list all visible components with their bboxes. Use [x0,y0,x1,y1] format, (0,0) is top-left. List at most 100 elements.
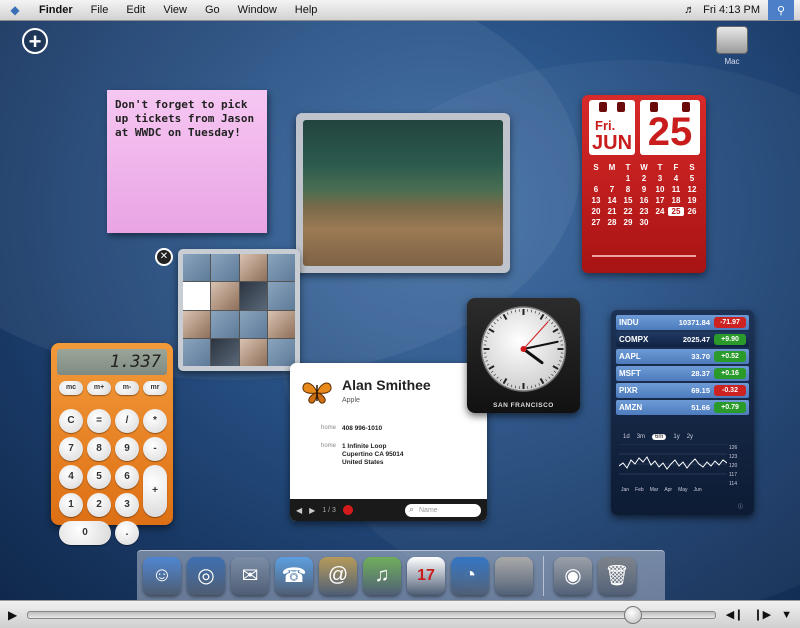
calendar-day[interactable]: 8 [620,185,636,194]
key-minus[interactable]: - [143,437,167,461]
calendar-day[interactable]: 27 [588,218,604,227]
key-equals[interactable]: = [87,409,111,433]
key-0[interactable]: 0 [59,521,111,545]
calendar-day[interactable]: 16 [636,196,652,205]
calendar-day[interactable]: 18 [668,196,684,205]
calendar-day[interactable]: 4 [668,174,684,183]
tile[interactable] [267,338,295,366]
calendar-day[interactable]: 25 [668,207,684,216]
tile[interactable] [239,310,267,338]
key-6[interactable]: 6 [115,465,139,489]
download-stack-icon[interactable]: ◉ [554,556,592,595]
finder-icon[interactable]: ☺ [143,556,181,595]
ical-icon[interactable]: 17 [407,556,445,595]
key-9[interactable]: 9 [115,437,139,461]
volume-icon[interactable]: ♬ [684,4,695,16]
range-1y[interactable]: 1y [673,434,679,440]
calendar-day[interactable]: 28 [604,218,620,227]
info-icon[interactable]: ⓘ [738,503,748,510]
tile[interactable] [211,310,239,338]
calendar-day[interactable]: 6 [588,185,604,194]
tile[interactable] [239,254,267,282]
tile[interactable] [267,310,295,338]
calendar-day[interactable]: 5 [684,174,700,183]
calendar-day[interactable]: 9 [636,185,652,194]
calendar-day[interactable]: 2 [636,174,652,183]
stock-row-aapl[interactable]: AAPL 33.70 +0.52 [616,349,749,364]
scrubber-knob[interactable] [624,605,643,624]
apple-icon[interactable]: ◆ [0,3,30,17]
calendar-day[interactable]: 7 [604,185,620,194]
calendar-day[interactable]: 24 [652,207,668,216]
apple-logo-icon[interactable] [495,556,533,595]
stickies-widget[interactable]: Don't forget to pick up tickets from Jas… [107,90,267,233]
stock-change[interactable]: +0.52 [714,351,746,362]
menu-go[interactable]: Go [196,4,229,16]
menu-finder[interactable]: Finder [30,4,82,16]
stock-change[interactable]: -0.32 [714,385,746,396]
safari-icon[interactable]: ◎ [187,556,225,595]
menu-window[interactable]: Window [229,4,286,16]
tile[interactable] [183,282,211,310]
skip-back-icon[interactable]: ◀❙ [726,608,744,621]
stock-row-pixr[interactable]: PIXR 69.15 -0.32 [616,383,749,398]
key-clear[interactable]: C [59,409,83,433]
tile-game-widget[interactable] [178,249,300,371]
tile[interactable] [211,338,239,366]
address-book-icon[interactable]: @ [319,556,357,595]
key-5[interactable]: 5 [87,465,111,489]
calendar-day[interactable]: 1 [620,174,636,183]
range-2y[interactable]: 2y [687,434,693,440]
key-plus[interactable]: + [143,465,167,517]
sticky-note-text[interactable]: Don't forget to pick up tickets from Jas… [115,98,254,139]
menu-down-icon[interactable]: ▼ [781,609,792,621]
tile-grid[interactable] [183,254,295,366]
menu-help[interactable]: Help [286,4,327,16]
plus-circle-icon[interactable]: + [22,28,48,54]
address-value[interactable]: 1 Infinite Loop Cupertino CA 95014 Unite… [342,443,404,467]
menu-file[interactable]: File [82,4,118,16]
calendar-day[interactable]: 10 [652,185,668,194]
range-6m[interactable]: 6m [652,434,667,440]
range-1d[interactable]: 1d [623,434,630,440]
calendar-day[interactable]: 23 [636,207,652,216]
dashboard-icon[interactable]: ◔ [451,556,489,595]
key-mr[interactable]: mr [143,381,167,395]
stocks-widget[interactable]: INDU 10371.84 -71.97 COMPX 2025.47 +9.90 AAPL 3… [611,310,754,515]
skip-forward-icon[interactable]: ❙▶ [753,608,771,621]
trash-icon[interactable]: 🗑 [598,556,636,595]
calendar-day[interactable]: 11 [668,185,684,194]
prev-contact-icon[interactable]: ◀ [296,506,302,515]
tile[interactable] [183,310,211,338]
photo-widget[interactable] [296,113,510,273]
hard-drive[interactable]: Mac [712,26,752,66]
calendar-day[interactable]: 26 [684,207,700,216]
stock-row-indu[interactable]: INDU 10371.84 -71.97 [616,315,749,330]
key-m-plus[interactable]: m+ [87,381,111,395]
calendar-day[interactable]: 19 [684,196,700,205]
record-icon[interactable] [342,505,353,515]
tile[interactable] [211,254,239,282]
ichat-icon[interactable]: ☎ [275,556,313,595]
key-m-minus[interactable]: m- [115,381,139,395]
stock-change[interactable]: +0.16 [714,368,746,379]
stock-row-amzn[interactable]: AMZN 51.66 +0.79 [616,400,749,415]
tile[interactable] [183,254,211,282]
tile[interactable] [267,282,295,310]
stock-change[interactable]: +9.90 [714,334,746,345]
calendar-day[interactable]: 30 [636,218,652,227]
range-3m[interactable]: 3m [637,434,645,440]
calendar-widget[interactable]: Fri. JUN 25 S M T W T F S 1 2 3 4 5 6 7 8 9 10 11 12 13 14 15… [582,95,706,273]
calendar-day[interactable]: 14 [604,196,620,205]
phone-number[interactable]: 408 996-1010 [342,425,382,433]
calendar-day[interactable]: 21 [604,207,620,216]
menubar-clock[interactable]: Fri 4:13 PM [703,4,760,16]
stock-change[interactable]: -71.97 [714,317,746,328]
key-1[interactable]: 1 [59,493,83,517]
play-icon[interactable]: ▶ [8,608,17,622]
itunes-icon[interactable]: ♫ [363,556,401,595]
address-book-widget[interactable]: Alan Smithee Apple home 408 996-1010 hom… [290,363,487,521]
spotlight-icon[interactable]: ⚲ [768,0,794,20]
calendar-day[interactable]: 29 [620,218,636,227]
calendar-day[interactable]: 17 [652,196,668,205]
